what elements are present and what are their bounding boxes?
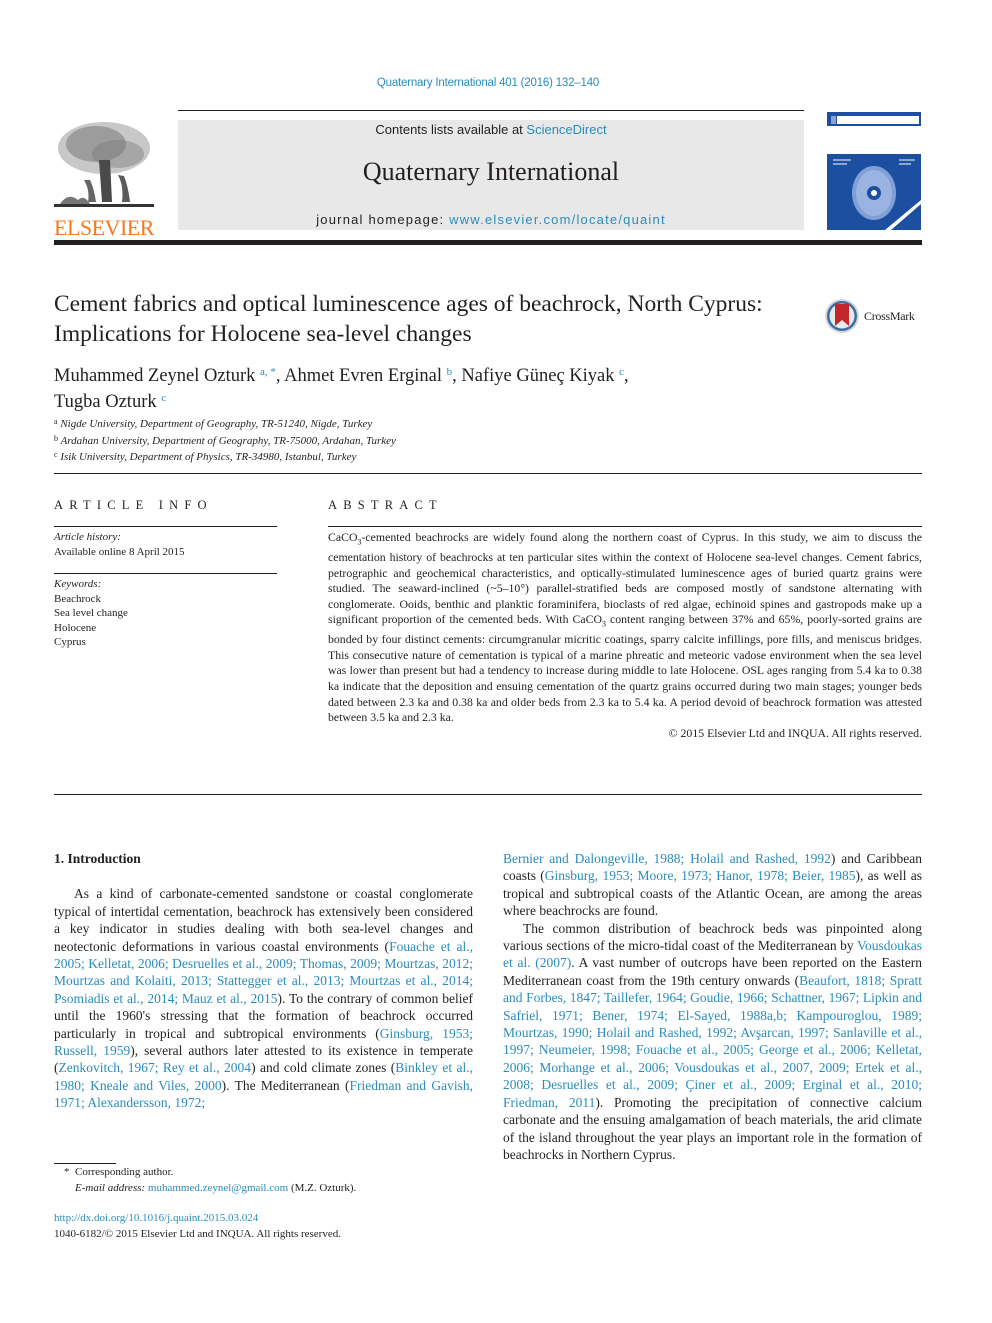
- body-text: ). The Mediterranean (: [221, 1077, 350, 1093]
- citation-link[interactable]: Beaufort, 1818; Spratt and Forbes, 1847;…: [503, 973, 922, 1110]
- article-history-label: Article history:: [54, 531, 121, 543]
- email-label: E-mail address:: [75, 1181, 146, 1194]
- citation-link[interactable]: Ginsburg, 1953; Moore, 1973; Hanor, 1978…: [545, 868, 856, 883]
- citation-link[interactable]: Bernier and Dalongeville, 1988; Holail a…: [503, 851, 831, 866]
- affiliation-item: a Nigde University, Department of Geogra…: [54, 415, 754, 432]
- keywords-block: Keywords: Beachrock Sea level change Hol…: [54, 577, 277, 650]
- affiliations: a Nigde University, Department of Geogra…: [54, 415, 754, 465]
- issn-copyright: 1040-6182/© 2015 Elsevier Ltd and INQUA.…: [54, 1227, 341, 1240]
- author-name[interactable]: Nafiye Güneç Kiyak: [461, 366, 614, 386]
- footnote-rule: [54, 1163, 116, 1164]
- citation-link[interactable]: Zenkovitch, 1967; Rey et al., 2004: [59, 1060, 252, 1075]
- body-paragraph: The common distribution of beachrock bed…: [503, 920, 922, 1164]
- article-history: Article history: Available online 8 Apri…: [54, 530, 277, 559]
- header-thick-rule: [54, 240, 922, 245]
- journal-cover-image[interactable]: [827, 112, 921, 230]
- email-suffix: (M.Z. Ozturk).: [288, 1181, 357, 1194]
- section-heading: 1. Introduction: [54, 851, 141, 866]
- article-title: Cement fabrics and optical luminescence …: [54, 291, 763, 347]
- author-separator: ,: [275, 366, 285, 386]
- affiliation-text: Nigde University, Department of Geograph…: [60, 418, 373, 430]
- author-name[interactable]: Tugba Ozturk: [54, 392, 157, 412]
- body-column-right: Bernier and Dalongeville, 1988; Holail a…: [503, 850, 922, 1163]
- author-affiliation-marker[interactable]: a, *: [260, 366, 276, 378]
- email-line: E-mail address: muhammed.zeynel@gmail.co…: [54, 1181, 484, 1197]
- header-rule: [178, 110, 804, 111]
- affiliation-text: Isik University, Department of Physics, …: [60, 451, 357, 464]
- journal-reference-link[interactable]: Quaternary International 401 (2016) 132–…: [377, 77, 599, 89]
- article-info-rule: [54, 526, 277, 527]
- corresponding-author-text: Corresponding author.: [75, 1166, 174, 1178]
- doi-link[interactable]: http://dx.doi.org/10.1016/j.quaint.2015.…: [54, 1212, 258, 1224]
- journal-reference[interactable]: Quaternary International 401 (2016) 132–…: [0, 77, 976, 89]
- author-list: Muhammed Zeynel Ozturk a, *, Ahmet Evren…: [54, 361, 774, 413]
- crossmark-icon: [825, 299, 859, 333]
- keyword-item: Sea level change: [54, 607, 128, 619]
- contents-prefix: Contents lists available at: [375, 122, 527, 137]
- affiliation-marker: c: [54, 450, 58, 460]
- email-link[interactable]: muhammed.zeynel@gmail.com: [148, 1182, 288, 1194]
- asterisk-marker: *: [64, 1166, 70, 1178]
- homepage-prefix: journal homepage:: [316, 212, 450, 227]
- contents-line: Contents lists available at ScienceDirec…: [178, 121, 804, 138]
- affiliation-text: Ardahan University, Department of Geogra…: [60, 434, 396, 447]
- abstract-text-part: CaCO: [328, 530, 358, 544]
- body-text: ) and cold climate zones (: [251, 1060, 396, 1076]
- author-name[interactable]: Ahmet Evren Erginal: [284, 366, 442, 386]
- affiliation-item: b Ardahan University, Department of Geog…: [54, 432, 754, 449]
- author-affiliation-marker[interactable]: c: [161, 392, 166, 404]
- keywords-label: Keywords:: [54, 578, 102, 590]
- keyword-item: Beachrock: [54, 592, 102, 605]
- author-separator: ,: [624, 366, 629, 386]
- elsevier-tree-icon: [54, 120, 154, 212]
- author-name[interactable]: Muhammed Zeynel Ozturk: [54, 366, 255, 386]
- abstract-text-part: content ranging between 37% and 65%, poo…: [328, 612, 922, 725]
- journal-title: Quaternary International: [362, 157, 620, 186]
- sciencedirect-link[interactable]: ScienceDirect: [526, 122, 606, 137]
- keywords-rule: [54, 573, 277, 574]
- crossmark-button[interactable]: CrossMark: [824, 296, 924, 336]
- doi-block: http://dx.doi.org/10.1016/j.quaint.2015.…: [54, 1211, 484, 1242]
- affiliation-marker: b: [54, 433, 58, 443]
- elsevier-wordmark: ELSEVIER: [54, 215, 154, 240]
- journal-masthead: Contents lists available at ScienceDirec…: [178, 120, 804, 230]
- body-paragraph: Bernier and Dalongeville, 1988; Holail a…: [503, 850, 922, 920]
- body-column-left: 1. Introduction As a kind of carbonate-c…: [54, 850, 473, 1112]
- abstract-bottom-rule: [54, 794, 922, 795]
- keyword-item: Cyprus: [54, 636, 86, 648]
- abstract-text: CaCO3-cemented beachrocks are widely fou…: [328, 530, 922, 741]
- elsevier-logo[interactable]: ELSEVIER: [54, 120, 156, 239]
- corresponding-author-line: * Corresponding author.: [54, 1165, 484, 1181]
- keyword-item: Holocene: [54, 621, 97, 634]
- body-paragraph: As a kind of carbonate-cemented sandston…: [54, 885, 473, 1111]
- abstract-heading: ABSTRACT: [328, 498, 443, 512]
- crossmark-label: CrossMark: [864, 308, 915, 323]
- affiliation-item: c Isik University, Department of Physics…: [54, 448, 754, 465]
- corresponding-author-footnote: * Corresponding author. E-mail address: …: [54, 1165, 484, 1196]
- article-info-heading: ARTICLE INFO: [54, 498, 213, 512]
- affiliation-marker: a: [54, 417, 58, 426]
- abstract-copyright: © 2015 Elsevier Ltd and INQUA. All right…: [668, 725, 922, 740]
- title-divider: [54, 473, 922, 474]
- homepage-line: journal homepage: www.elsevier.com/locat…: [178, 212, 804, 227]
- journal-cover-icon: [827, 112, 921, 230]
- journal-homepage-link[interactable]: www.elsevier.com/locate/quaint: [449, 212, 666, 227]
- abstract-rule: [328, 526, 922, 527]
- article-history-value: Available online 8 April 2015: [54, 545, 185, 558]
